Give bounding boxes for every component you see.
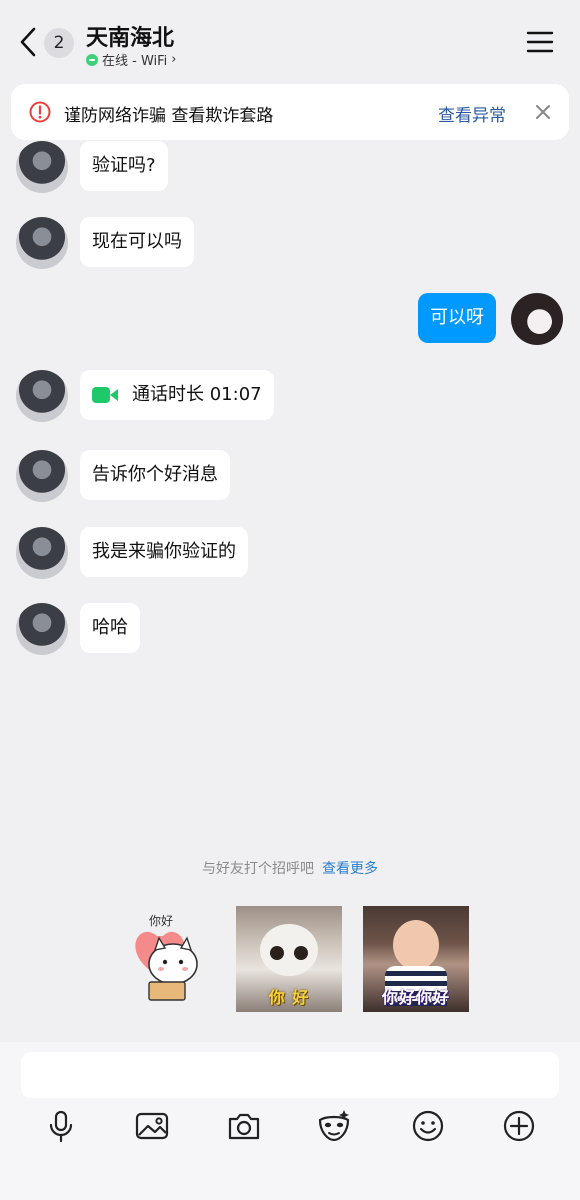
call-duration-text: 通话时长 01:07 bbox=[132, 384, 262, 405]
peer-avatar[interactable] bbox=[16, 527, 68, 579]
sticker-caption: 你 好 bbox=[268, 988, 310, 1007]
chevron-right-icon: › bbox=[171, 52, 177, 67]
kid-face-shape bbox=[393, 920, 439, 970]
warning-icon bbox=[29, 101, 51, 123]
back-icon[interactable] bbox=[16, 26, 40, 58]
cat-eye-shape bbox=[294, 946, 308, 960]
image-icon[interactable] bbox=[134, 1108, 170, 1144]
view-anomaly-link[interactable]: 查看异常 bbox=[438, 101, 506, 126]
online-status[interactable]: 在线 - WiFi › bbox=[86, 50, 176, 69]
sticker-cat-photo[interactable]: 你 好 bbox=[236, 906, 342, 1012]
online-status-icon bbox=[86, 53, 98, 66]
camera-icon[interactable] bbox=[226, 1108, 262, 1144]
greeting-hint: 与好友打个招呼吧 查看更多 bbox=[0, 858, 580, 878]
cat-heart-sticker-icon bbox=[135, 931, 198, 1001]
emoji-icon[interactable] bbox=[410, 1108, 446, 1144]
cat-eye-shape bbox=[270, 946, 284, 960]
message-bubble-self[interactable]: 可以呀 bbox=[418, 293, 496, 343]
message-bubble[interactable]: 我是来骗你验证的 bbox=[80, 527, 248, 577]
sticker-caption: 你好你好 bbox=[381, 988, 450, 1007]
sticker-cat-heart[interactable]: 你好 bbox=[127, 906, 233, 1012]
peer-avatar[interactable] bbox=[16, 450, 68, 502]
greeting-hint-text: 与好友打个招呼吧 bbox=[202, 861, 314, 877]
view-more-link[interactable]: 查看更多 bbox=[322, 861, 378, 877]
fraud-warning-text: 谨防网络诈骗 查看欺诈套路 bbox=[64, 106, 274, 126]
close-icon[interactable] bbox=[533, 102, 553, 122]
peer-avatar[interactable] bbox=[16, 217, 68, 269]
message-bubble[interactable]: 验证吗? bbox=[80, 141, 168, 191]
online-status-text: 在线 - WiFi bbox=[102, 54, 168, 69]
unread-count-badge[interactable]: 2 bbox=[44, 28, 74, 58]
peer-avatar[interactable] bbox=[16, 370, 68, 422]
self-avatar[interactable] bbox=[511, 293, 563, 345]
peer-avatar[interactable] bbox=[16, 141, 68, 193]
message-bubble[interactable]: 哈哈 bbox=[80, 603, 140, 653]
video-call-icon bbox=[92, 387, 118, 403]
sticker-caption: 你好 bbox=[149, 914, 174, 928]
sticker-kid-photo[interactable]: 你好你好 bbox=[363, 906, 469, 1012]
mask-icon[interactable] bbox=[316, 1108, 352, 1144]
cat-face-shape bbox=[260, 924, 318, 976]
message-input[interactable] bbox=[21, 1052, 559, 1098]
call-record-bubble[interactable]: 通话时长 01:07 bbox=[80, 370, 274, 420]
plus-icon[interactable] bbox=[501, 1108, 537, 1144]
composer-bar bbox=[0, 1042, 580, 1200]
chat-header: 2 天南海北 在线 - WiFi › bbox=[0, 0, 580, 76]
fraud-warning-banner: 谨防网络诈骗 查看欺诈套路 查看异常 bbox=[11, 84, 569, 140]
contact-name[interactable]: 天南海北 bbox=[86, 20, 174, 52]
microphone-icon[interactable] bbox=[43, 1108, 79, 1144]
peer-avatar[interactable] bbox=[16, 603, 68, 655]
message-bubble[interactable]: 现在可以吗 bbox=[80, 217, 194, 267]
menu-icon[interactable] bbox=[526, 30, 554, 54]
message-bubble[interactable]: 告诉你个好消息 bbox=[80, 450, 230, 500]
